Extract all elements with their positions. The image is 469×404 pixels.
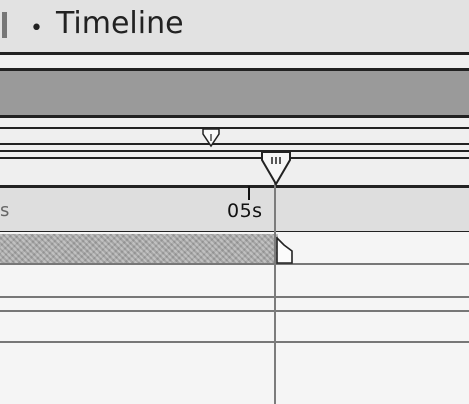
current-time-line bbox=[274, 160, 276, 404]
track-divider-3 bbox=[0, 310, 469, 312]
work-area-marker-icon[interactable] bbox=[202, 128, 220, 152]
current-time-indicator-icon[interactable] bbox=[260, 150, 292, 190]
ruler-tick-label-partial: s bbox=[0, 200, 10, 221]
band-divider-4 bbox=[0, 157, 469, 159]
track-divider-1 bbox=[0, 263, 469, 265]
tab-bottom-divider bbox=[0, 52, 469, 55]
tab-bullet-icon: • bbox=[30, 16, 43, 41]
track-divider-4 bbox=[0, 341, 469, 343]
ruler-tick-mark bbox=[248, 186, 250, 200]
layer-duration-bar[interactable] bbox=[0, 234, 278, 264]
previous-tab-edge[interactable] bbox=[2, 12, 7, 38]
panel-title: Timeline bbox=[56, 6, 184, 41]
layer-out-point-handle-icon[interactable] bbox=[276, 237, 296, 265]
track-divider-2 bbox=[0, 296, 469, 298]
nav-bottom-divider bbox=[0, 115, 469, 118]
band-divider-3 bbox=[0, 150, 469, 152]
band-divider-2 bbox=[0, 143, 469, 145]
band-divider-1 bbox=[0, 127, 469, 129]
time-navigator-bar[interactable] bbox=[0, 71, 469, 115]
ruler-tick-label: 05s bbox=[227, 200, 263, 222]
